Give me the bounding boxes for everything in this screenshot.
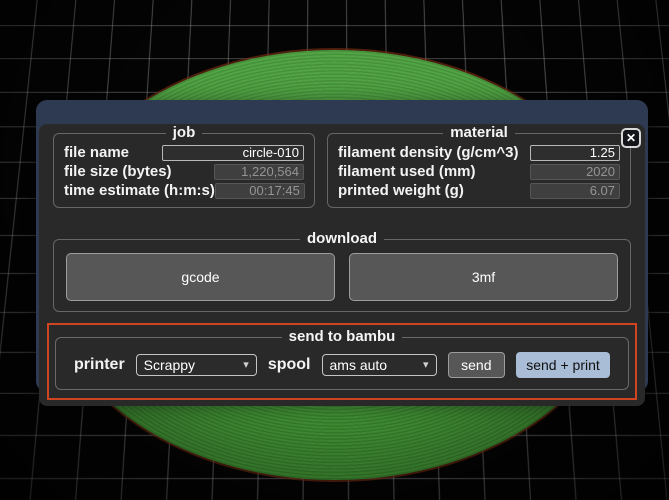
send-to-bambu-section: send to bambu printer Scrappy ▾ spool am… <box>55 328 629 390</box>
download-3mf-button[interactable]: 3mf <box>349 253 618 301</box>
filament-density-row: filament density (g/cm^3) <box>338 143 620 162</box>
file-name-label: file name <box>64 144 129 161</box>
spool-select-value: ams auto <box>330 357 388 373</box>
file-size-row: file size (bytes) <box>64 162 304 181</box>
download-buttons: gcode 3mf <box>64 249 620 301</box>
download-gcode-button[interactable]: gcode <box>66 253 335 301</box>
printed-weight-row: printed weight (g) <box>338 181 620 200</box>
time-estimate-row: time estimate (h:m:s) <box>64 181 304 200</box>
download-section-legend: download <box>300 230 384 248</box>
printed-weight-label: printed weight (g) <box>338 182 464 199</box>
close-icon: ✕ <box>626 132 636 144</box>
job-section: job file name file size (bytes) time est… <box>53 124 315 208</box>
send-to-bambu-legend: send to bambu <box>282 328 403 346</box>
file-name-input[interactable] <box>162 145 304 161</box>
time-estimate-label: time estimate (h:m:s) <box>64 182 215 199</box>
filament-used-row: filament used (mm) <box>338 162 620 181</box>
file-name-row: file name <box>64 143 304 162</box>
send-to-bambu-highlight: send to bambu printer Scrappy ▾ spool am… <box>47 323 637 400</box>
spool-select[interactable]: ams auto ▾ <box>322 354 437 376</box>
filament-used-label: filament used (mm) <box>338 163 476 180</box>
send-print-button[interactable]: send + print <box>516 352 610 378</box>
printed-weight-value <box>530 183 620 199</box>
chevron-down-icon: ▾ <box>423 360 429 371</box>
chevron-down-icon: ▾ <box>243 360 249 371</box>
job-dialog-body: ✕ job file name file size (bytes) time e… <box>39 124 645 406</box>
info-row: job file name file size (bytes) time est… <box>53 124 631 208</box>
filament-used-value <box>530 164 620 180</box>
filament-density-input[interactable] <box>530 145 620 161</box>
file-size-value <box>214 164 304 180</box>
printer-select[interactable]: Scrappy ▾ <box>136 354 257 376</box>
job-dialog: ✕ job file name file size (bytes) time e… <box>36 100 648 392</box>
download-section: download gcode 3mf <box>53 230 631 312</box>
printer-label: printer <box>74 356 125 374</box>
send-to-bambu-controls: printer Scrappy ▾ spool ams auto ▾ send … <box>66 347 618 382</box>
job-section-legend: job <box>166 124 203 142</box>
file-size-label: file size (bytes) <box>64 163 172 180</box>
material-section-legend: material <box>443 124 515 142</box>
filament-density-label: filament density (g/cm^3) <box>338 144 518 161</box>
material-section: material filament density (g/cm^3) filam… <box>327 124 631 208</box>
send-button[interactable]: send <box>448 352 505 378</box>
close-button[interactable]: ✕ <box>621 128 641 148</box>
printer-select-value: Scrappy <box>144 357 195 373</box>
time-estimate-value <box>215 183 305 199</box>
spool-label: spool <box>268 356 311 374</box>
